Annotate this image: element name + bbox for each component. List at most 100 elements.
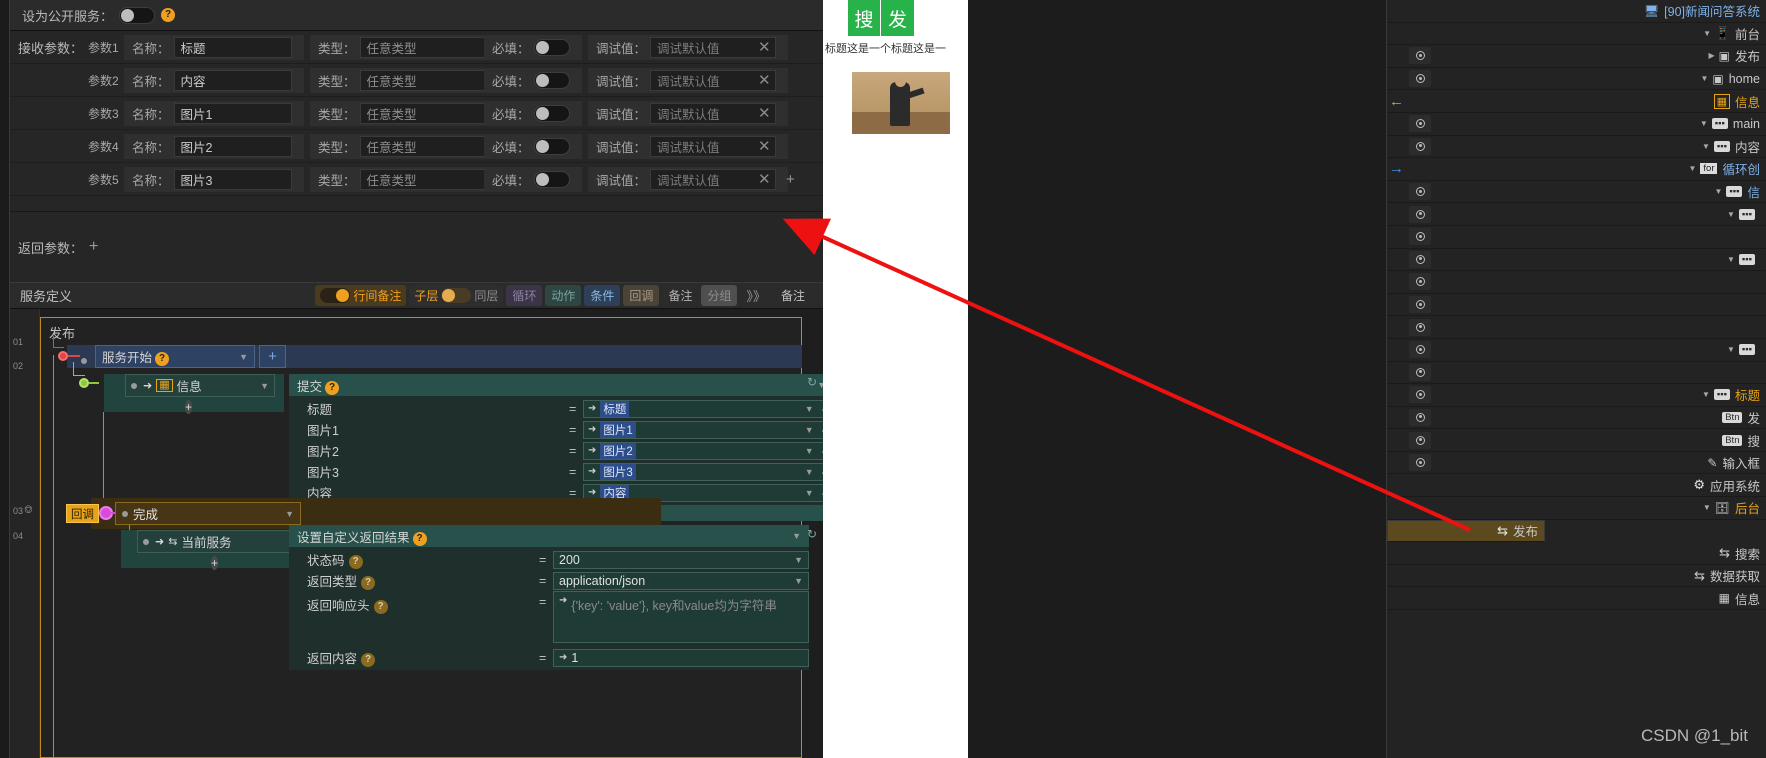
visibility-icon[interactable] xyxy=(1409,341,1431,359)
refresh-icon[interactable]: ↻ xyxy=(807,375,817,389)
visibility-icon[interactable] xyxy=(1409,296,1431,314)
chip-note[interactable]: 备注 xyxy=(662,285,698,306)
tree-row-main[interactable]: ▼ ▪▪▪ main xyxy=(1387,113,1766,136)
refresh-icon[interactable]: ↻ xyxy=(807,527,817,541)
add-param-button[interactable]: + xyxy=(786,171,795,188)
help-icon[interactable]: ? xyxy=(373,600,388,614)
param-required-toggle[interactable] xyxy=(533,38,570,56)
layer-toggle[interactable]: 子层 同层 xyxy=(409,285,504,306)
tree-row-btn-search[interactable]: Btn 搜 xyxy=(1387,429,1766,452)
mapping-value-field[interactable]: ➜ 图片3 ▼ ↗ xyxy=(583,462,823,481)
param-remove-button[interactable]: ✕ xyxy=(758,170,771,188)
callback-badge[interactable]: 回调 xyxy=(66,504,99,523)
result-value-field[interactable]: ➜ 1 xyxy=(553,648,809,667)
tree-row-service-publish[interactable]: ⇆ 发布 xyxy=(1387,519,1545,543)
tree-row-frontend[interactable]: ▼ 📱 前台 xyxy=(1387,23,1766,46)
chevron-down-icon[interactable]: ▼ xyxy=(1714,187,1722,196)
visibility-icon[interactable] xyxy=(1409,228,1431,246)
help-icon[interactable]: ? xyxy=(325,380,340,395)
visibility-icon[interactable] xyxy=(1409,454,1431,472)
param-name-input[interactable]: 标题 xyxy=(173,36,292,58)
param-remove-button[interactable]: ✕ xyxy=(758,38,771,56)
param-required-toggle[interactable] xyxy=(533,104,570,122)
visibility-icon[interactable] xyxy=(1409,363,1431,381)
param-remove-button[interactable]: ✕ xyxy=(758,104,771,122)
help-icon[interactable]: ? xyxy=(412,531,427,546)
chip-group[interactable]: 分组 xyxy=(701,285,738,306)
tree-row-db-info[interactable]: ▦ 信息 xyxy=(1387,587,1766,611)
chevron-down-icon[interactable]: ▼ xyxy=(1727,255,1735,264)
visibility-icon[interactable] xyxy=(1409,273,1431,291)
mapping-value-field[interactable]: ➜ 图片2 ▼ ↗ xyxy=(583,441,823,460)
chevron-right-icon[interactable]: ▶ xyxy=(1708,51,1714,60)
tree-row-btn-publish[interactable]: Btn 发 xyxy=(1387,407,1766,430)
visibility-icon[interactable] xyxy=(1409,47,1431,65)
result-value-field[interactable]: 200 ▼ xyxy=(553,550,809,569)
param-name-input[interactable]: 图片1 xyxy=(173,102,292,124)
chevron-down-icon[interactable]: ▼ xyxy=(1727,210,1735,219)
tree-row-app[interactable]: 🖥 [90]新闻问答系统 xyxy=(1387,0,1766,23)
visibility-icon[interactable] xyxy=(1409,183,1431,201)
add-return-param-button[interactable]: + xyxy=(89,238,98,256)
chevron-down-icon[interactable]: ▼ xyxy=(1700,74,1708,83)
tree-row-nested[interactable] xyxy=(1387,294,1766,317)
tree-row-nested[interactable] xyxy=(1387,226,1766,249)
custom-result-header[interactable]: 设置自定义返回结果? ▼ xyxy=(289,525,809,547)
node-done[interactable]: 完成 ▼ xyxy=(115,502,301,525)
visibility-icon[interactable] xyxy=(1409,250,1431,268)
chevron-down-icon[interactable]: ▼ xyxy=(1700,119,1708,128)
visibility-icon[interactable] xyxy=(1409,431,1431,449)
result-value-field[interactable]: application/json ▼ xyxy=(553,571,809,590)
param-name-input[interactable]: 图片2 xyxy=(173,135,292,157)
tree-row-backend[interactable]: ▼ 🗄 后台 xyxy=(1387,497,1766,520)
visibility-icon[interactable] xyxy=(1409,408,1431,426)
chevron-down-icon[interactable]: ▼ xyxy=(1702,142,1710,151)
help-icon[interactable]: ? xyxy=(361,576,376,590)
chevron-down-icon[interactable]: ▼ xyxy=(1703,29,1711,38)
tree-row-nested[interactable] xyxy=(1387,362,1766,385)
chevron-down-icon[interactable]: ▼ xyxy=(1727,345,1735,354)
result-value-field[interactable]: ➜ {'key': 'value'}, key和value均为字符串 xyxy=(553,591,809,643)
submit-header[interactable]: 提交? ▼ xyxy=(289,374,823,396)
chevron-down-icon[interactable]: ▼ xyxy=(1702,390,1710,399)
visibility-icon[interactable] xyxy=(1409,115,1431,133)
node-current-service-add-button[interactable]: + xyxy=(211,554,219,572)
param-remove-button[interactable]: ✕ xyxy=(758,71,771,89)
param-required-toggle[interactable] xyxy=(533,170,570,188)
param-required-toggle[interactable] xyxy=(533,71,570,89)
tree-row-nested[interactable] xyxy=(1387,316,1766,339)
help-icon[interactable]: ? xyxy=(155,352,170,366)
tree-row-nested[interactable]: ▼ ▪▪▪ xyxy=(1387,249,1766,272)
tree-row-publish-page[interactable]: ▶ ▣ 发布 xyxy=(1387,45,1766,68)
tree-row-title[interactable]: ▼ ▪▪▪ 标题 xyxy=(1387,384,1766,407)
tree-row-nested[interactable] xyxy=(1387,271,1766,294)
node-info[interactable]: ➜ ▦ 信息 ▼ xyxy=(125,374,275,397)
param-name-input[interactable]: 内容 xyxy=(173,69,292,91)
tree-row-content[interactable]: ▼ ▪▪▪ 内容 xyxy=(1387,136,1766,159)
param-required-toggle[interactable] xyxy=(533,137,570,155)
chip-action[interactable]: 动作 xyxy=(545,285,582,306)
mapping-value-field[interactable]: ➜ 图片1 ▼ ↗ xyxy=(583,420,823,439)
tree-row-service-search[interactable]: ⇆ 搜索 xyxy=(1387,542,1766,565)
visibility-icon[interactable] xyxy=(1409,318,1431,336)
preview-publish-button[interactable]: 发 xyxy=(881,0,914,36)
note-expand-icon[interactable]: 》》 xyxy=(740,285,772,306)
preview-search-button[interactable]: 搜 xyxy=(848,0,881,36)
visibility-icon[interactable] xyxy=(1409,205,1431,223)
chevron-down-icon[interactable]: ▼ xyxy=(1688,164,1696,173)
tree-row-input[interactable]: ✎ 输入框 xyxy=(1387,452,1766,475)
chip-loop[interactable]: 循环 xyxy=(506,285,543,306)
visibility-icon[interactable] xyxy=(1409,137,1431,155)
tree-row-info-data[interactable]: ← ▦ 信息 xyxy=(1387,90,1766,113)
breakpoint-dot-green[interactable] xyxy=(79,378,89,388)
delete-icon[interactable]: ⎊ xyxy=(24,504,33,517)
interline-note-toggle[interactable]: 行间备注 xyxy=(315,285,407,306)
add-node-button[interactable]: + xyxy=(259,345,286,368)
visibility-icon[interactable] xyxy=(1409,70,1431,88)
help-icon[interactable]: ? xyxy=(161,8,176,22)
help-icon[interactable]: ? xyxy=(361,653,376,667)
visibility-icon[interactable] xyxy=(1409,386,1431,404)
node-info-add-button[interactable]: + xyxy=(185,398,193,416)
tree-row-nested[interactable]: ▼ ▪▪▪ xyxy=(1387,339,1766,362)
param-name-input[interactable]: 图片3 xyxy=(173,168,292,190)
